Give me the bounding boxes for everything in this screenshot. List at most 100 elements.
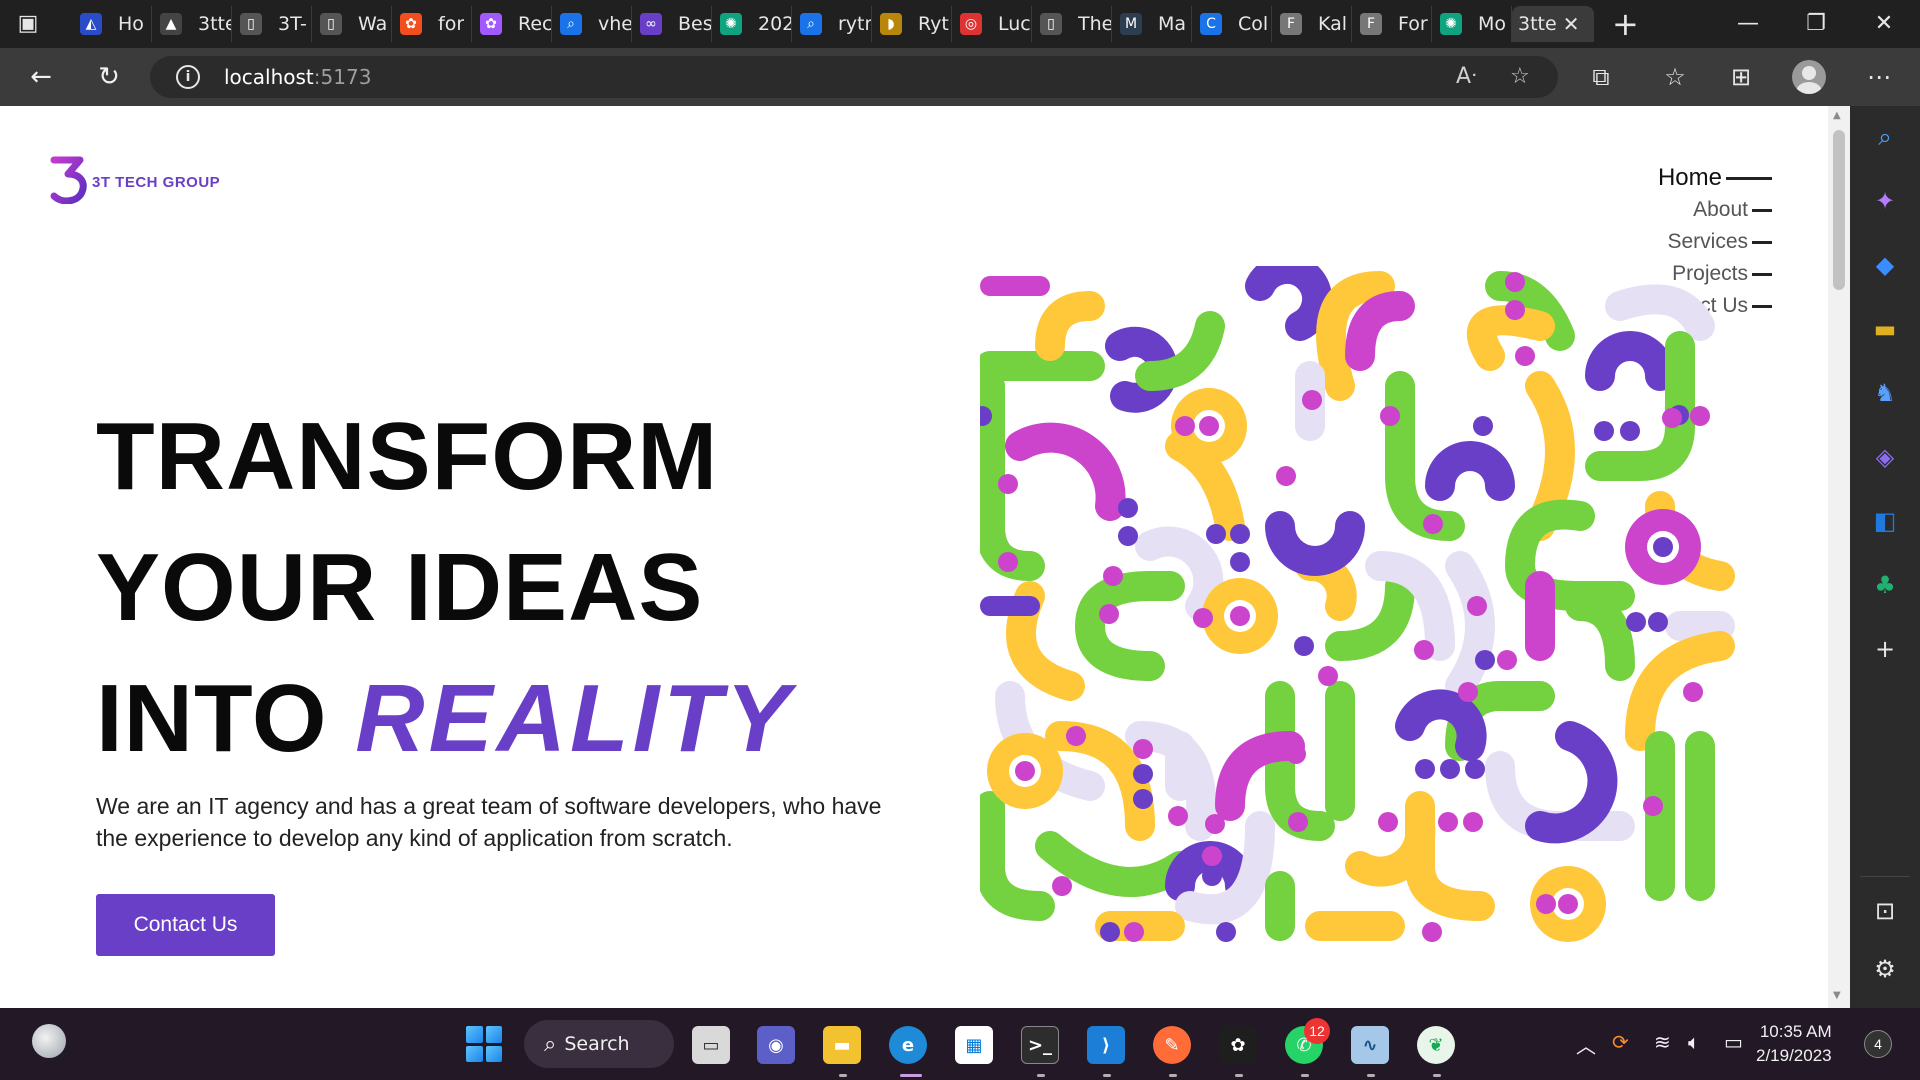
nav-dash xyxy=(1726,176,1772,180)
settings-gear-icon[interactable]: ⚙ xyxy=(1870,954,1900,984)
url-text[interactable]: localhost:5173 xyxy=(224,65,371,89)
tab-actions-icon[interactable]: ▣ xyxy=(14,10,42,38)
browser-tab[interactable]: ⌕ vhe xyxy=(552,6,632,42)
pattern-shape xyxy=(1620,421,1640,441)
scroll-down-icon[interactable]: ▼ xyxy=(1833,990,1841,1001)
microsoft-365-icon[interactable]: ◈ xyxy=(1870,442,1900,472)
browser-tab[interactable]: ▯ Wa xyxy=(312,6,392,42)
add-sidebar-app-icon[interactable]: + xyxy=(1870,634,1900,664)
chevron-up-icon[interactable]: ︿ xyxy=(1576,1030,1596,1059)
pattern-shape xyxy=(1345,811,1436,887)
search-icon[interactable]: ⌕ xyxy=(1870,122,1900,152)
c-logo-icon: C xyxy=(1200,13,1222,35)
site-info-icon[interactable]: i xyxy=(176,65,200,89)
windows-taskbar: ⌕ Search ▭ ◉ ▬ e ▦ >_ ⟩ ✎ ✿ ✆ 12 ∿ ❦ ︿ ⟳ … xyxy=(0,1008,1920,1080)
browser-tab[interactable]: M Ma xyxy=(1112,6,1192,42)
teams-chat-icon[interactable]: ◉ xyxy=(757,1026,795,1064)
browser-tab[interactable]: ◭ Ho xyxy=(72,6,152,42)
nav-label: Services xyxy=(1667,230,1748,253)
favorites-icon[interactable]: ☆ xyxy=(1660,62,1690,92)
task-view-icon[interactable]: ▭ xyxy=(692,1026,730,1064)
address-bar[interactable]: i localhost:5173 Aᐧ ☆ xyxy=(150,56,1558,98)
figma-icon[interactable]: ✿ xyxy=(1219,1026,1257,1064)
outlook-icon[interactable]: ◧ xyxy=(1870,506,1900,536)
nav-link-about[interactable]: About xyxy=(1644,194,1772,226)
browser-tab[interactable]: ✺ Mo xyxy=(1432,6,1512,42)
browser-tab[interactable]: ∞ Bes xyxy=(632,6,712,42)
taskbar-search[interactable]: ⌕ Search xyxy=(524,1020,674,1068)
site-logo[interactable]: 3T TECH GROUP xyxy=(50,156,220,205)
browser-tab[interactable]: ◗ Ryt xyxy=(872,6,952,42)
contact-us-button[interactable]: Contact Us xyxy=(96,894,275,956)
close-window-icon[interactable]: ✕ xyxy=(1864,6,1904,42)
scroll-up-icon[interactable]: ▲ xyxy=(1833,110,1841,121)
running-indicator xyxy=(1103,1074,1111,1077)
minimize-icon[interactable]: — xyxy=(1728,6,1768,42)
browser-tab[interactable]: ✿ for xyxy=(392,6,472,42)
browser-tab[interactable]: ⌕ rytr xyxy=(792,6,872,42)
monitor-app-icon[interactable]: ∿ xyxy=(1351,1026,1389,1064)
microsoft-store-icon[interactable]: ▦ xyxy=(955,1026,993,1064)
hero-line-3: INTO REALITY xyxy=(96,665,794,772)
browser-tab-active[interactable]: 3tte ✕ xyxy=(1512,6,1594,42)
tab-title: The xyxy=(1078,13,1111,35)
tab-title: Ma xyxy=(1158,13,1187,35)
drop-tree-icon[interactable]: ♣ xyxy=(1870,570,1900,600)
pattern-shape xyxy=(1653,537,1673,557)
tab-title: For xyxy=(1398,13,1428,35)
sparkle-icon[interactable]: ✦ xyxy=(1870,186,1900,216)
file-explorer-icon[interactable]: ▬ xyxy=(823,1026,861,1064)
tools-icon[interactable]: ▬ xyxy=(1870,314,1900,344)
more-menu-icon[interactable]: ⋯ xyxy=(1864,62,1894,92)
browser-tab[interactable]: ▲ 3tte xyxy=(152,6,232,42)
system-clock[interactable]: 10:35 AM 2/19/2023 xyxy=(1756,1020,1832,1068)
scrollbar-thumb[interactable] xyxy=(1833,130,1845,290)
nav-link-services[interactable]: Services xyxy=(1644,226,1772,258)
nav-link-home[interactable]: Home xyxy=(1644,162,1772,194)
new-tab-button[interactable]: + xyxy=(1612,6,1639,42)
pattern-shape xyxy=(1525,721,1618,844)
collections-icon[interactable]: ⊞ xyxy=(1726,62,1756,92)
pattern-shape xyxy=(1066,726,1086,746)
notification-count-badge[interactable]: 4 xyxy=(1864,1030,1892,1058)
start-button[interactable] xyxy=(466,1026,502,1062)
back-icon[interactable]: ← xyxy=(24,60,58,94)
wifi-icon[interactable]: ≋ xyxy=(1654,1030,1671,1054)
restore-icon[interactable]: ❐ xyxy=(1796,6,1836,42)
browser-tab[interactable]: ✿ Rec xyxy=(472,6,552,42)
extensions-icon[interactable]: ⧉ xyxy=(1586,62,1616,92)
browser-tab[interactable]: F For xyxy=(1352,6,1432,42)
add-favorite-icon[interactable]: ☆ xyxy=(1510,64,1530,89)
browser-tab[interactable]: ▯ 3T- xyxy=(232,6,312,42)
reload-icon[interactable]: ↻ xyxy=(92,60,126,94)
edge-browser-icon[interactable]: e xyxy=(889,1026,927,1064)
postman-icon[interactable]: ✎ xyxy=(1153,1026,1191,1064)
games-icon[interactable]: ♞ xyxy=(1870,378,1900,408)
hero-line-2: YOUR IDEAS xyxy=(96,534,704,641)
browser-tab[interactable]: ✺ 202 xyxy=(712,6,792,42)
browser-tab[interactable]: ◎ Luc xyxy=(952,6,1032,42)
read-aloud-icon[interactable]: Aᐧ xyxy=(1456,64,1477,89)
weather-icon[interactable] xyxy=(32,1024,66,1058)
terminal-icon[interactable]: >_ xyxy=(1021,1026,1059,1064)
running-indicator xyxy=(1301,1074,1309,1077)
shopping-tag-icon[interactable]: ◆ xyxy=(1870,250,1900,280)
sync-icon[interactable]: ⟳ xyxy=(1612,1030,1629,1054)
volume-icon[interactable]: 🔈︎ xyxy=(1688,1030,1700,1054)
close-tab-icon[interactable]: ✕ xyxy=(1563,12,1580,36)
pattern-shape xyxy=(1052,876,1072,896)
pattern-shape xyxy=(1414,640,1434,660)
pattern-shape xyxy=(1099,604,1119,624)
browser-tab[interactable]: ▯ The xyxy=(1032,6,1112,42)
mongodb-icon[interactable]: ❦ xyxy=(1417,1026,1455,1064)
pattern-shape xyxy=(1103,566,1123,586)
hero-title: TRANSFORM YOUR IDEAS INTO REALITY xyxy=(96,391,794,784)
profile-avatar[interactable] xyxy=(1792,60,1826,94)
battery-icon[interactable]: ▭ xyxy=(1724,1030,1743,1054)
browser-tab[interactable]: F Kal xyxy=(1272,6,1352,42)
page-scrollbar[interactable]: ▲ ▼ xyxy=(1828,106,1850,1008)
vscode-icon[interactable]: ⟩ xyxy=(1087,1026,1125,1064)
hide-sidebar-icon[interactable]: ⊡ xyxy=(1870,896,1900,926)
browser-tab[interactable]: C Col xyxy=(1192,6,1272,42)
pattern-shape xyxy=(1565,591,1635,681)
